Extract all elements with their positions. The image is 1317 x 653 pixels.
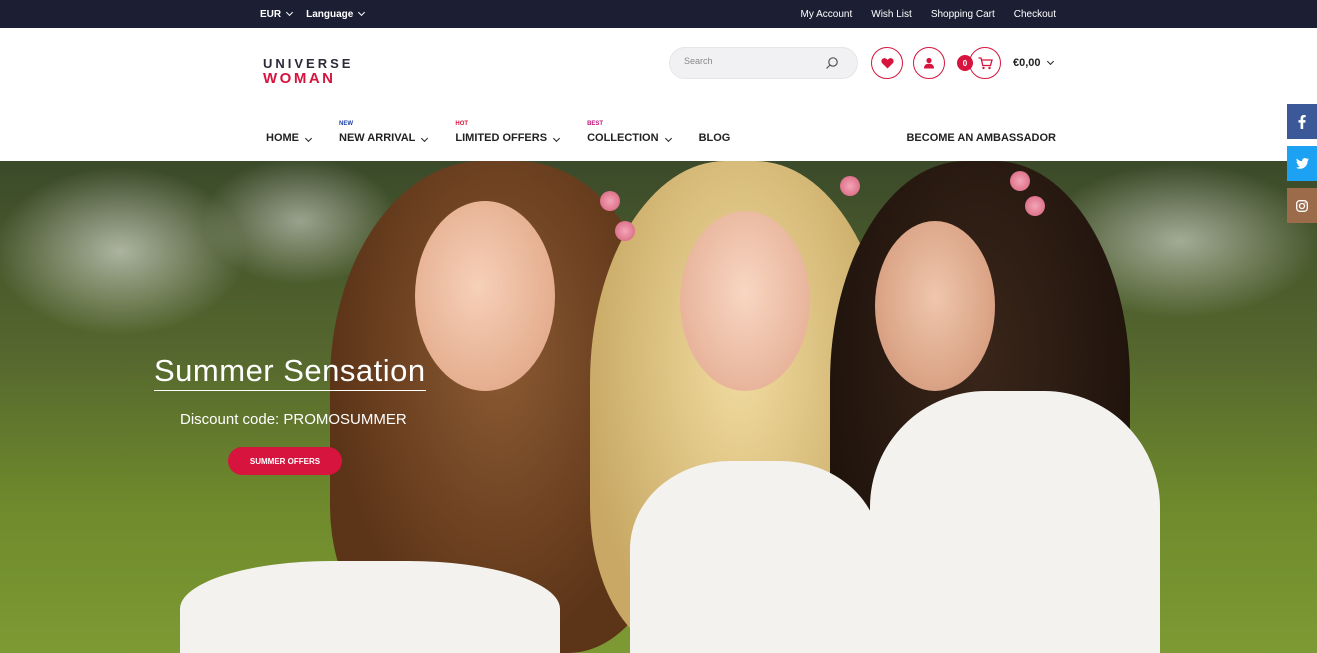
instagram-icon[interactable] [1287, 188, 1317, 223]
chevron-down-icon [553, 134, 561, 143]
nav-item-collection[interactable]: BEST COLLECTION [587, 120, 672, 150]
chevron-down-icon [421, 134, 429, 143]
chevron-down-icon [286, 8, 294, 17]
currency-selector[interactable]: EUR [260, 8, 294, 20]
flower-crown-decoration [840, 176, 860, 196]
my-account-link[interactable]: My Account [801, 9, 853, 20]
checkout-link[interactable]: Checkout [1014, 9, 1056, 20]
chevron-down-icon [304, 134, 313, 143]
become-ambassador-link[interactable]: BECOME AN AMBASSADOR [906, 132, 1056, 144]
cart-button[interactable] [969, 47, 1001, 79]
site-header: UNIVERSE WOMAN 0 €0,00 HOME [0, 28, 1317, 161]
flower-crown-decoration [1010, 171, 1030, 191]
hero-image-face [415, 201, 555, 391]
hero-title: Summer Sensation [154, 353, 426, 391]
cart-count-badge: 0 [957, 55, 973, 71]
nav-item-label: COLLECTION [587, 132, 659, 144]
shopping-cart-link[interactable]: Shopping Cart [931, 9, 995, 20]
hero-image-dress [180, 561, 560, 653]
hero-subtitle: Discount code: PROMOSUMMER [180, 411, 407, 428]
user-icon [924, 57, 934, 69]
wishlist-button[interactable] [871, 47, 903, 79]
nav-item-blog[interactable]: BLOG [699, 120, 731, 150]
language-selector[interactable]: Language [306, 8, 366, 20]
cart-total-dropdown[interactable]: €0,00 [1013, 57, 1054, 69]
flower-crown-decoration [615, 221, 635, 241]
flower-crown-decoration [600, 191, 620, 211]
nav-tag-hot: HOT [455, 121, 469, 127]
twitter-icon[interactable] [1287, 146, 1317, 181]
heart-icon [880, 58, 894, 69]
logo-line-1: UNIVERSE [263, 56, 354, 71]
wish-list-link[interactable]: Wish List [871, 9, 912, 20]
chevron-down-icon [358, 8, 366, 17]
language-label: Language [306, 8, 354, 20]
cart-total: €0,00 [1013, 57, 1041, 69]
nav-item-label: BLOG [698, 132, 731, 144]
top-bar: EUR Language My Account Wish List Shoppi… [0, 0, 1317, 28]
hero-banner: Summer Sensation Discount code: PROMOSUM… [0, 161, 1317, 653]
nav-item-label: NEW ARRIVAL [339, 132, 416, 144]
summer-offers-button[interactable]: SUMMER OFFERS [228, 447, 342, 475]
hero-image-face [680, 211, 810, 391]
hero-image-dress [630, 461, 880, 653]
hero-image-face [875, 221, 995, 391]
nav-item-label: LIMITED OFFERS [455, 132, 548, 144]
facebook-icon[interactable] [1287, 104, 1317, 139]
nav-tag-best: BEST [587, 121, 604, 127]
nav-item-home[interactable]: HOME [266, 120, 313, 150]
chevron-down-icon [1046, 57, 1054, 66]
nav-item-new-arrival[interactable]: NEW NEW ARRIVAL [339, 120, 429, 150]
cart-icon [978, 56, 993, 69]
flower-crown-decoration [1025, 196, 1045, 216]
main-nav: HOME NEW NEW ARRIVAL HOT LIMITED OFFERS … [266, 120, 758, 150]
search-icon[interactable] [825, 56, 839, 70]
search-input[interactable] [684, 56, 824, 66]
account-button[interactable] [913, 47, 945, 79]
site-logo[interactable]: UNIVERSE WOMAN [263, 57, 353, 86]
chevron-down-icon [664, 134, 672, 143]
currency-label: EUR [260, 8, 282, 20]
social-sidebar [1287, 104, 1317, 230]
nav-tag-new: NEW [339, 121, 353, 127]
hero-image-dress [870, 391, 1160, 653]
search-box [669, 47, 858, 79]
logo-line-2: WOMAN [263, 70, 336, 87]
nav-item-label: HOME [266, 132, 299, 144]
nav-item-limited-offers[interactable]: HOT LIMITED OFFERS [455, 120, 561, 150]
